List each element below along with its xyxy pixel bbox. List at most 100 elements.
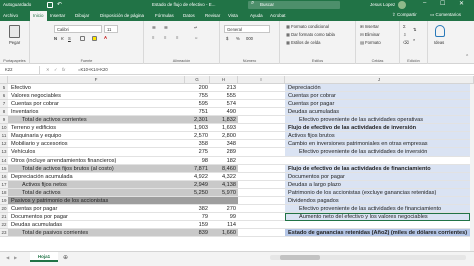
cell-j[interactable]: Cuentas por pagar [285,100,470,109]
cell-f[interactable]: Mobiliario y accesorios [8,140,185,149]
cell-i[interactable] [238,188,285,197]
spreadsheet-grid[interactable]: F G H I J 5 Efectivo 200 213 Depreciación 6 Va… [0,76,474,251]
cell-h[interactable]: 555 [210,92,238,101]
italic-button[interactable]: K [61,36,64,41]
user-name[interactable]: Jesus Lopez [370,2,395,7]
insert-cells-button[interactable]: ⊞ Insertar [360,24,379,29]
cell-h[interactable]: 99 [210,212,238,221]
tab-disposicion-de-pagina[interactable]: Disposición de página [100,13,144,18]
cell-i[interactable] [238,124,285,133]
cell-i[interactable] [238,84,285,93]
cell-f[interactable]: Valores negociables [8,92,185,101]
cell-styles-button[interactable]: ▦ Estilos de celda [286,40,320,45]
merge-center-icon[interactable]: ⇔ [194,35,198,40]
share-button[interactable]: ⇪ Compartir [392,12,428,20]
cell-h[interactable]: 574 [210,100,238,109]
cell-h[interactable]: 1,693 [210,124,238,133]
row-header[interactable]: 11 [0,132,8,141]
row-header[interactable]: 8 [0,108,8,117]
cell-f[interactable]: Terreno y edificios [8,124,185,133]
cell-i[interactable] [238,180,285,189]
cell-j[interactable]: Estado de ganancias retenidas (Año2) (mi… [285,229,470,238]
cell-h[interactable]: 490 [210,108,238,117]
tab-formulas[interactable]: Fórmulas [155,13,174,18]
paste-icon[interactable] [9,25,20,38]
cell-g[interactable]: 2,949 [185,180,210,189]
cell-i[interactable] [238,100,285,109]
row-header[interactable]: 21 [0,212,8,221]
row-header[interactable]: 10 [0,124,8,133]
cell-g[interactable]: 159 [185,221,210,230]
collapse-ribbon-icon[interactable]: ⌃ [465,54,469,60]
tab-dibujar[interactable]: Dibujar [75,13,89,18]
scroll-thumb[interactable] [280,255,320,260]
cell-h[interactable]: 1,660 [210,229,238,238]
font-name-select[interactable]: Calibri [54,25,102,33]
row-header[interactable]: 23 [0,229,8,238]
row-header[interactable]: 9 [0,116,8,125]
cell-g[interactable]: 5,250 [185,188,210,197]
cell-j[interactable]: Dividendos pagados [285,196,470,205]
name-box[interactable]: K22 [2,66,40,74]
align-left-icon[interactable]: ≡ [152,35,154,40]
ideas-button[interactable]: Ideas [434,40,444,45]
cell-j[interactable]: Cambio en inversiones patrimoniales en o… [285,140,470,149]
vertical-scrollbar[interactable] [470,84,474,251]
fill-color-icon[interactable] [92,36,97,41]
cell-j[interactable]: Efectivo proveniente de las actividades … [285,204,470,213]
cell-j[interactable]: Documentos por pagar [285,172,470,181]
paste-button[interactable]: Pegar [9,40,20,45]
cell-i[interactable] [238,196,285,205]
cell-h[interactable]: 4,322 [210,172,238,181]
bold-button[interactable]: N [54,36,57,41]
column-header-j[interactable]: J [285,76,474,84]
font-size-select[interactable]: 11 [104,25,118,33]
insert-function-icon[interactable]: fx [62,67,65,72]
row-header[interactable]: 5 [0,84,8,93]
cell-g[interactable]: 4,922 [185,172,210,181]
cell-f[interactable]: Pasivos y patrimonio de los accionistas [8,196,185,205]
cell-i[interactable] [238,229,285,238]
align-right-icon[interactable]: ≡ [176,35,178,40]
cell-j[interactable]: Deudas a largo plazo [285,180,470,189]
cell-h[interactable]: 213 [210,84,238,93]
font-color-icon[interactable]: A [104,35,107,40]
cell-g[interactable]: 1,903 [185,124,210,133]
cell-g[interactable]: 275 [185,148,210,157]
cell-f[interactable]: Total de activos [8,188,185,197]
cell-i[interactable] [238,108,285,117]
cell-f[interactable]: Cuentas por cobrar [8,100,185,109]
sort-filter-icon[interactable]: ⇅ [413,27,417,32]
column-header-g[interactable]: G [185,76,210,84]
cell-j[interactable]: Flujo de efectivo de las actividades de … [285,124,470,133]
currency-icon[interactable]: $ [226,36,228,41]
cell-f[interactable]: Maquinaria y equipo [8,132,185,141]
align-middle-icon[interactable]: ☰ [164,25,168,30]
cell-g[interactable]: 79 [185,212,210,221]
cell-f[interactable]: Otros (incluye arrendamientos financiero… [8,156,185,165]
cell-h[interactable]: 5,970 [210,188,238,197]
tab-inicio[interactable]: Inicio [30,11,47,21]
cell-i[interactable] [238,132,285,141]
row-header[interactable]: 17 [0,180,8,189]
cell-h[interactable]: 289 [210,148,238,157]
cell-f[interactable]: Efectivo [8,84,185,93]
delete-cells-button[interactable]: ⊟ Eliminar [360,32,380,37]
cell-g[interactable]: 2,570 [185,132,210,141]
row-header[interactable]: 14 [0,156,8,165]
cell-j[interactable]: Depreciación [285,84,470,93]
cell-g[interactable]: 839 [185,229,210,238]
undo-icon[interactable]: ↶ [57,1,62,8]
tab-datos[interactable]: Datos [183,13,195,18]
maximize-icon[interactable]: ☐ [440,0,445,7]
save-icon[interactable] [47,2,53,8]
cell-f[interactable]: Total de activos corrientes [8,116,185,125]
cell-g[interactable]: 382 [185,204,210,213]
row-header[interactable]: 22 [0,221,8,230]
avatar[interactable] [398,1,406,9]
sheet-tab[interactable]: Hoja1 [30,252,58,262]
cell-g[interactable]: 2,301 [185,116,210,125]
row-header[interactable]: 19 [0,196,8,205]
cell-f[interactable]: Cuentas por pagar [8,204,185,213]
cell-g[interactable]: 200 [185,84,210,93]
